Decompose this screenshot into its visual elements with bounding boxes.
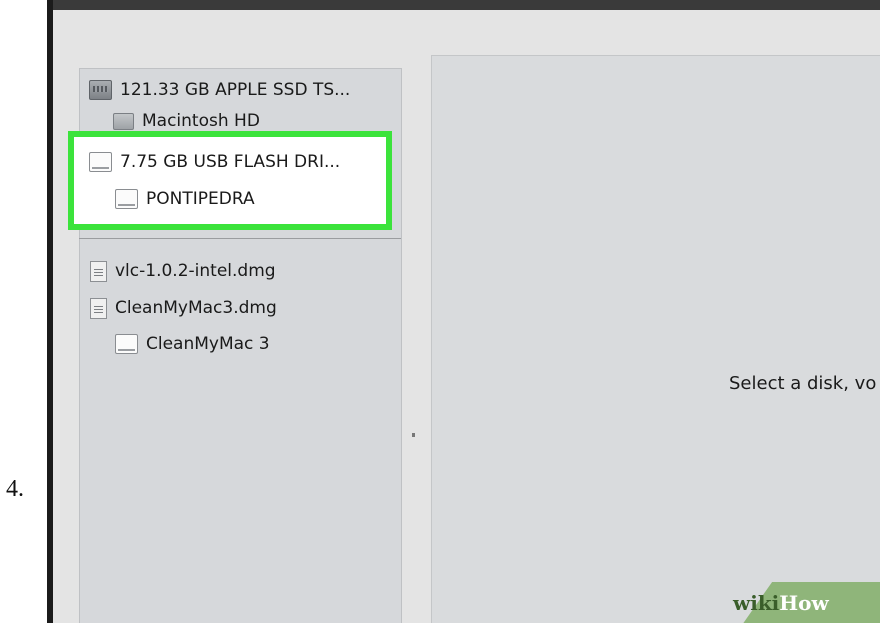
- volume-icon: [113, 113, 134, 130]
- sidebar-item-label: PONTIPEDRA: [146, 189, 255, 209]
- sidebar-item-apple-ssd[interactable]: 121.33 GB APPLE SSD TS...: [89, 76, 350, 104]
- sidebar-item-label: CleanMyMac 3: [146, 334, 270, 354]
- sidebar-item-label: Macintosh HD: [142, 111, 260, 131]
- sidebar-item-label: vlc-1.0.2-intel.dmg: [115, 261, 276, 281]
- sidebar-item-macintosh-hd[interactable]: Macintosh HD: [113, 109, 260, 131]
- sidebar-item-usb-flash-drive[interactable]: 7.75 GB USB FLASH DRI...: [89, 148, 340, 176]
- sidebar-item-cleanmymac-dmg[interactable]: CleanMyMac3.dmg: [90, 294, 277, 322]
- watermark-how: How: [779, 591, 829, 615]
- usb-volume-icon: [115, 189, 138, 209]
- internal-disk-icon: [89, 80, 112, 100]
- mounted-volume-icon: [115, 334, 138, 354]
- sidebar-item-cleanmymac-volume[interactable]: CleanMyMac 3: [115, 330, 270, 358]
- watermark-wiki: wiki: [733, 591, 780, 615]
- detail-pane: Select a disk, vo: [431, 55, 880, 623]
- disk-image-icon: [90, 297, 107, 319]
- sidebar-item-vlc-dmg[interactable]: vlc-1.0.2-intel.dmg: [90, 257, 276, 285]
- wikihow-watermark: wikiHow: [733, 591, 829, 615]
- sidebar-item-label: 7.75 GB USB FLASH DRI...: [120, 152, 341, 172]
- step-number: 4.: [6, 476, 24, 502]
- sidebar-item-pontipedra[interactable]: PONTIPEDRA: [115, 185, 255, 213]
- sidebar-item-label: 121.33 GB APPLE SSD TS...: [120, 80, 351, 100]
- window-top-border: [53, 0, 880, 10]
- splitter-handle[interactable]: [412, 433, 415, 437]
- sidebar-divider: [79, 238, 401, 239]
- empty-selection-message: Select a disk, vo: [729, 373, 877, 394]
- sidebar-item-label: CleanMyMac3.dmg: [115, 298, 277, 318]
- disk-utility-window: 121.33 GB APPLE SSD TS... Macintosh HD 7…: [53, 0, 880, 623]
- usb-drive-icon: [89, 152, 112, 172]
- highlight-box: [68, 131, 392, 230]
- disk-image-icon: [90, 260, 107, 282]
